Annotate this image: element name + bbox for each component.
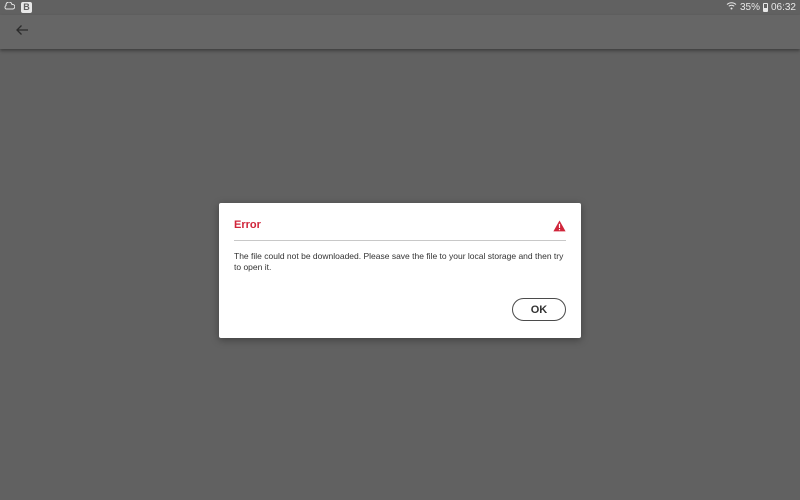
status-bar-left: B xyxy=(4,0,32,15)
warning-icon xyxy=(553,219,566,232)
b-badge-icon: B xyxy=(21,2,32,13)
status-bar: B 35% 06:32 xyxy=(0,0,800,15)
screen: B 35% 06:32 Error The file could not be … xyxy=(0,0,800,500)
back-button[interactable] xyxy=(12,22,32,42)
error-dialog: Error The file could not be downloaded. … xyxy=(219,203,581,338)
status-bar-right: 35% 06:32 xyxy=(726,0,796,15)
clock: 06:32 xyxy=(770,2,796,13)
battery-icon xyxy=(762,3,768,12)
app-bar xyxy=(0,15,800,49)
arrow-left-icon xyxy=(15,23,29,41)
ok-button[interactable]: OK xyxy=(512,298,566,321)
dialog-message: The file could not be downloaded. Please… xyxy=(234,251,564,272)
battery-percent: 35% xyxy=(739,2,760,13)
cloud-icon xyxy=(4,0,16,15)
dialog-divider xyxy=(234,240,566,241)
wifi-icon xyxy=(726,0,737,15)
dialog-title: Error xyxy=(234,219,261,231)
